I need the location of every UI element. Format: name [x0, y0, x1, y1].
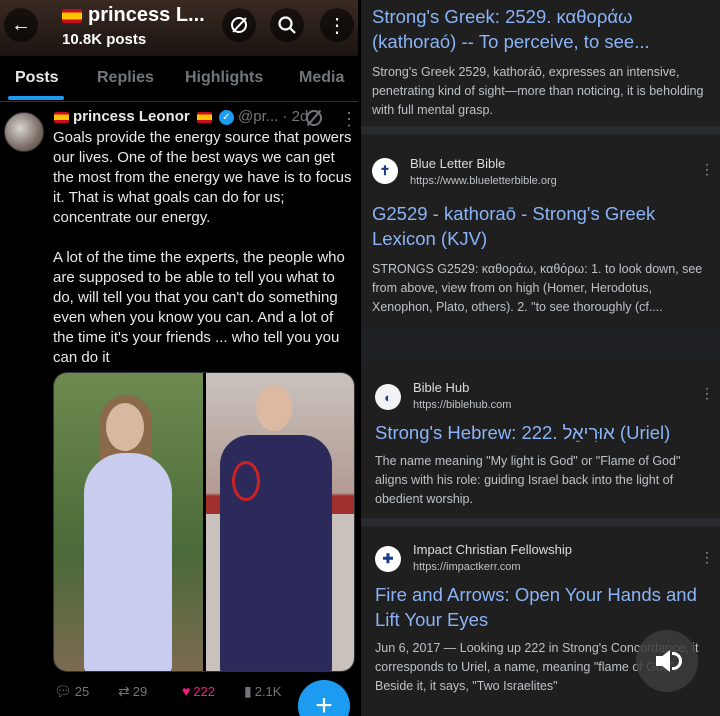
- result-site-url[interactable]: https://biblehub.com: [413, 399, 511, 411]
- x-profile-panel: ← princess L... 10.8K posts ⋮ Posts Repl…: [0, 0, 358, 716]
- result-title-link[interactable]: Fire and Arrows: Open Your Hands and Lif…: [375, 582, 715, 632]
- photo-figure: [84, 453, 172, 671]
- result-more-icon[interactable]: ⋮: [700, 162, 714, 176]
- search-result: ✝ Blue Letter Bible https://www.bluelett…: [361, 134, 720, 328]
- vertical-dots-icon: ⋮: [327, 14, 347, 37]
- grok-icon: [231, 17, 247, 33]
- reply-icon: 💬︎: [54, 683, 72, 699]
- post-paragraph: A lot of the time the experts, the peopl…: [53, 249, 345, 366]
- repost-button[interactable]: ⇄ 29: [118, 683, 147, 700]
- search-result: Strong's Greek: 2529. καθοράω (kathoraó)…: [361, 0, 720, 126]
- result-title-link[interactable]: Strong's Hebrew: 222. אוּרִיאֵל (Uriel): [375, 420, 715, 445]
- post-time[interactable]: · 2d: [282, 108, 308, 125]
- author-handle[interactable]: @pr...: [238, 108, 278, 125]
- post-text: Goals provide the energy source that pow…: [53, 128, 358, 388]
- plus-icon: +: [315, 689, 333, 716]
- back-button[interactable]: ←: [4, 8, 38, 42]
- result-snippet: Strong's Greek 2529, kathoráō, expresses…: [372, 65, 704, 117]
- grok-button[interactable]: [222, 8, 256, 42]
- bible-hub-favicon-icon[interactable]: ◐: [375, 384, 401, 410]
- result-snippet: STRONGS G2529: καθοράω, καθόρω: 1. to lo…: [372, 262, 703, 314]
- result-divider: [361, 126, 720, 134]
- more-options-button[interactable]: ⋮: [320, 8, 354, 42]
- volume-button[interactable]: [636, 630, 698, 692]
- views-button[interactable]: ▮ 2.1K: [244, 683, 281, 700]
- verified-badge-icon: ✓: [218, 109, 234, 125]
- speaker-icon: [656, 650, 670, 672]
- post-more-icon[interactable]: ⋮: [340, 110, 358, 128]
- post-count: 10.8K posts: [62, 31, 147, 48]
- profile-title: princess L...: [62, 4, 205, 27]
- result-title-link[interactable]: G2529 - kathoraō - Strong's Greek Lexico…: [372, 201, 712, 251]
- tab-replies[interactable]: Replies: [97, 69, 154, 87]
- photo-uniform[interactable]: [206, 373, 354, 671]
- search-results-panel: Strong's Greek: 2529. καθοράω (kathoraó)…: [361, 0, 720, 716]
- tab-posts[interactable]: Posts: [15, 69, 59, 87]
- heart-icon: ♥: [182, 683, 191, 699]
- repost-icon: ⇄: [118, 683, 130, 699]
- spain-flag-icon: [62, 8, 82, 23]
- result-site-name[interactable]: Impact Christian Fellowship: [413, 542, 572, 557]
- result-site-url[interactable]: https://impactkerr.com: [413, 561, 521, 573]
- result-more-icon[interactable]: ⋮: [700, 386, 714, 400]
- spain-flag-icon: [196, 111, 212, 123]
- result-divider: [361, 518, 720, 526]
- bar-chart-icon: ▮: [244, 683, 252, 699]
- post-media[interactable]: [53, 372, 355, 672]
- author-name[interactable]: princess Leonor: [73, 108, 190, 125]
- grok-explain-icon[interactable]: [306, 110, 322, 126]
- result-site-name[interactable]: Blue Letter Bible: [410, 156, 505, 171]
- impact-christian-favicon-icon[interactable]: ✚: [375, 546, 401, 572]
- result-snippet: The name meaning "My light is God" or "F…: [375, 454, 681, 506]
- photo-figure: [232, 461, 260, 501]
- like-button[interactable]: ♥ 222: [182, 683, 215, 699]
- search-button[interactable]: [270, 8, 304, 42]
- blue-letter-bible-favicon-icon[interactable]: ✝: [372, 158, 398, 184]
- photo-figure: [256, 385, 292, 431]
- post-paragraph: Goals provide the energy source that pow…: [53, 129, 352, 226]
- spain-flag-icon: [54, 111, 69, 123]
- tab-media[interactable]: Media: [299, 69, 344, 87]
- photo-dress[interactable]: [54, 373, 203, 671]
- sound-wave-icon: [672, 652, 682, 670]
- result-site-name[interactable]: Bible Hub: [413, 380, 469, 395]
- reply-button[interactable]: 💬︎ 25: [54, 683, 89, 700]
- photo-figure: [106, 403, 144, 451]
- back-arrow-icon: ←: [11, 13, 31, 36]
- result-divider: [361, 328, 720, 362]
- profile-header: ← princess L... 10.8K posts ⋮: [0, 0, 358, 56]
- search-icon: [278, 16, 296, 34]
- result-title-link[interactable]: Strong's Greek: 2529. καθοράω (kathoraó)…: [372, 4, 712, 54]
- result-site-url[interactable]: https://www.blueletterbible.org: [410, 175, 557, 187]
- avatar[interactable]: [4, 112, 44, 152]
- active-tab-indicator: [8, 96, 64, 100]
- tab-highlights[interactable]: Highlights: [185, 69, 263, 87]
- result-more-icon[interactable]: ⋮: [700, 550, 714, 564]
- search-result: ◐ Bible Hub https://biblehub.com ⋮ Stron…: [361, 362, 720, 518]
- profile-tabs: Posts Replies Highlights Media: [0, 56, 358, 102]
- post-header: princess Leonor ✓ @pr... · 2d: [54, 108, 308, 125]
